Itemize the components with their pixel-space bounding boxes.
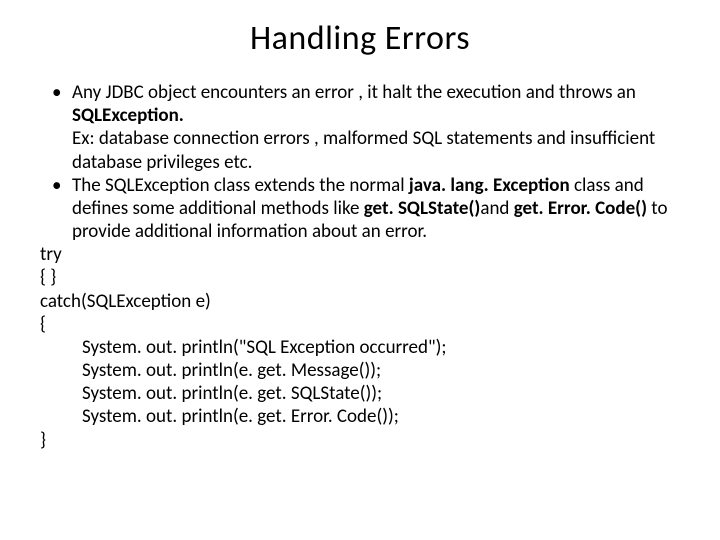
bullet-2-a: The SQLException class extends the norma… <box>72 174 409 197</box>
bullet-2-c: and <box>480 197 513 220</box>
bullet-1-text: Any JDBC object encounters an error , it… <box>72 81 636 104</box>
content-body: Any JDBC object encounters an error , it… <box>40 81 680 452</box>
bullet-list-2: The SQLException class extends the norma… <box>40 174 680 244</box>
bullet-2-bold2: get. SQLState() <box>364 197 481 220</box>
page-title: Handling Errors <box>40 18 680 59</box>
code-line-4: { <box>40 313 680 336</box>
code-line-6: System. out. println(e. get. Message()); <box>40 359 680 382</box>
code-line-3: catch(SQLException e) <box>40 290 680 313</box>
bullet-2: The SQLException class extends the norma… <box>40 174 680 244</box>
bullet-1-example: Ex: database connection errors , malform… <box>40 127 680 173</box>
code-line-1: try <box>40 243 680 266</box>
bullet-2-bold3: get. Error. Code() <box>514 197 647 220</box>
code-line-5: System. out. println("SQL Exception occu… <box>40 336 680 359</box>
slide: Handling Errors Any JDBC object encounte… <box>0 0 720 540</box>
bullet-1: Any JDBC object encounters an error , it… <box>40 81 680 127</box>
code-line-9: } <box>40 429 680 452</box>
bullet-2-bold1: java. lang. Exception <box>409 174 570 197</box>
code-line-7: System. out. println(e. get. SQLState())… <box>40 382 680 405</box>
code-line-2: { } <box>40 266 680 289</box>
bullet-1-bold: SQLException. <box>72 104 184 127</box>
code-line-8: System. out. println(e. get. Error. Code… <box>40 405 680 428</box>
bullet-list: Any JDBC object encounters an error , it… <box>40 81 680 127</box>
